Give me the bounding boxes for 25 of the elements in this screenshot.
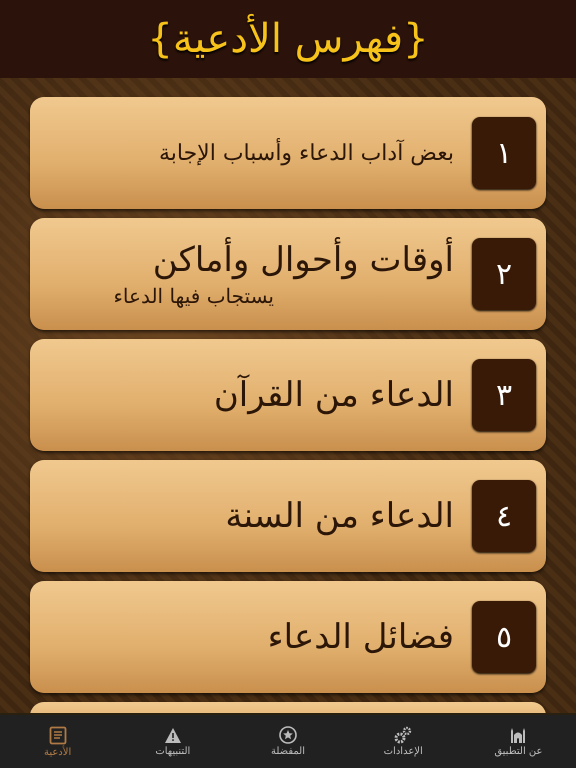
list-item[interactable]: ١ بعض آداب الدعاء وأسباب الإجابة (30, 97, 546, 209)
list-item[interactable]: ٣ الدعاء من القرآن (30, 339, 546, 451)
tab[interactable]: المفضلة (230, 715, 346, 768)
list-item[interactable]: ٢ أوقات وأحوال وأماكن يستجاب فيها الدعاء (30, 218, 546, 330)
number-badge: ١ (472, 117, 536, 189)
number-badge: ٤ (472, 480, 536, 552)
item-title: الدعاء من القرآن (212, 375, 454, 415)
number-badge: ٣ (472, 359, 536, 431)
item-subtitle: يستجاب فيها الدعاء (112, 284, 274, 308)
number-badge: ٥ (472, 601, 536, 673)
tab[interactable]: الأدعية (0, 715, 116, 768)
warning-icon (164, 726, 182, 744)
number-badge: ٢ (472, 238, 536, 310)
tab[interactable]: التنبيهات (115, 715, 230, 768)
tab[interactable]: الإعدادات (346, 715, 461, 768)
mosque-icon (509, 726, 528, 744)
item-title: فضائل الدعاء (266, 617, 454, 657)
page-title: {فهرس الأدعية} (147, 16, 429, 62)
book-icon (48, 726, 67, 744)
tab[interactable]: عن التطبيق (460, 715, 576, 768)
gears-icon (393, 726, 414, 744)
item-title: الدعاء من السنة (224, 496, 454, 536)
list-item[interactable]: ٥ فضائل الدعاء (30, 581, 546, 693)
item-title: بعض آداب الدعاء وأسباب الإجابة (46, 140, 454, 166)
list-item[interactable]: ٤ الدعاء من السنة (30, 460, 546, 572)
